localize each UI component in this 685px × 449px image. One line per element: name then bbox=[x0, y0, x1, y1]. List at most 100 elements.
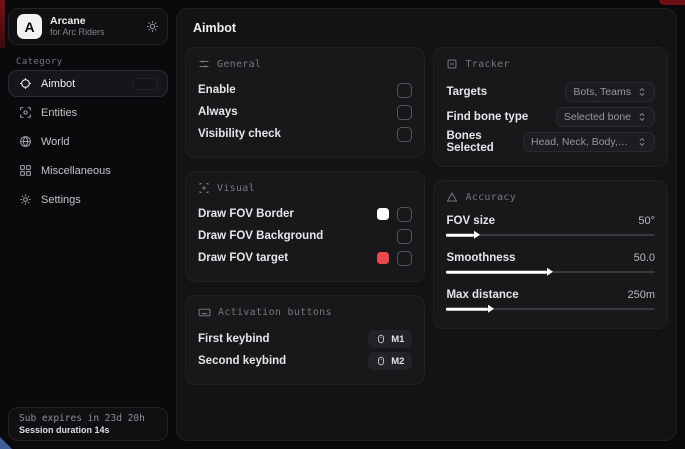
sidebar-item-miscellaneous[interactable]: Miscellaneous bbox=[8, 157, 168, 184]
row-label: Draw FOV Border bbox=[198, 208, 294, 220]
keybind-value: M2 bbox=[391, 356, 404, 367]
app-logo: A bbox=[17, 14, 42, 39]
sidebar-item-label: Entities bbox=[41, 107, 77, 119]
app-settings-icon[interactable] bbox=[146, 20, 159, 33]
subscription-info-card: Sub expires in 23d 20h Session duration … bbox=[8, 407, 168, 441]
find-bone-type-select[interactable]: Selected bone bbox=[556, 107, 655, 127]
row-label: Always bbox=[198, 106, 238, 118]
slider-thumb[interactable] bbox=[547, 268, 553, 276]
sidebar-item-label: Settings bbox=[41, 194, 81, 206]
row-label: Enable bbox=[198, 84, 236, 96]
general-row-enable: Enable bbox=[198, 79, 412, 101]
fov-size-group: FOV size 50° bbox=[446, 212, 655, 240]
bones-selected-select[interactable]: Head, Neck, Body, Pe.. bbox=[523, 132, 655, 152]
fov-size-value: 50° bbox=[638, 215, 655, 227]
visual-header: Visual bbox=[217, 183, 255, 194]
max-distance-group: Max distance 250m bbox=[446, 286, 655, 314]
general-header: General bbox=[217, 59, 261, 70]
sidebar-item-world[interactable]: World bbox=[8, 128, 168, 155]
globe-icon bbox=[19, 135, 32, 148]
activation-header: Activation buttons bbox=[218, 307, 332, 318]
tracker-row-bone-type: Find bone type Selected bone bbox=[446, 104, 655, 129]
page-title: Aimbot bbox=[185, 21, 668, 35]
session-duration-text: Session duration 14s bbox=[19, 425, 157, 435]
aimbot-keybind-placeholder bbox=[133, 78, 157, 90]
activation-row-first: First keybind M1 bbox=[198, 328, 412, 350]
chevron-updown-icon bbox=[637, 87, 647, 97]
fov-border-color-swatch[interactable] bbox=[377, 208, 389, 220]
fov-background-checkbox[interactable] bbox=[397, 229, 412, 244]
sidebar: A Arcane for Arc Riders Category Aimbot … bbox=[0, 0, 175, 449]
mouse-icon bbox=[376, 334, 386, 344]
activation-row-second: Second keybind M2 bbox=[198, 350, 412, 372]
general-card: General Enable Always Visibility check bbox=[185, 47, 425, 158]
always-checkbox[interactable] bbox=[397, 105, 412, 120]
row-label: Find bone type bbox=[446, 111, 528, 123]
frame-icon bbox=[446, 58, 458, 70]
focus-icon bbox=[198, 182, 210, 194]
tracker-card: Tracker Targets Bots, Teams Find bone ty… bbox=[433, 47, 668, 167]
slider-fill bbox=[446, 234, 473, 237]
visual-row-fov-background: Draw FOV Background bbox=[198, 225, 412, 247]
app-header-card: A Arcane for Arc Riders bbox=[8, 8, 168, 45]
visibility-check-checkbox[interactable] bbox=[397, 127, 412, 142]
sidebar-item-entities[interactable]: Entities bbox=[8, 99, 168, 126]
second-keybind-button[interactable]: M2 bbox=[368, 352, 412, 370]
tracker-row-bones-selected: Bones Selected Head, Neck, Body, Pe.. bbox=[446, 129, 655, 154]
fov-target-checkbox[interactable] bbox=[397, 251, 412, 266]
max-distance-value: 250m bbox=[627, 289, 655, 301]
sidebar-item-label: Miscellaneous bbox=[41, 165, 111, 177]
fov-size-slider[interactable] bbox=[446, 230, 655, 240]
general-row-visibility-check: Visibility check bbox=[198, 123, 412, 145]
tracker-row-targets: Targets Bots, Teams bbox=[446, 79, 655, 104]
first-keybind-button[interactable]: M1 bbox=[368, 330, 412, 348]
max-distance-slider[interactable] bbox=[446, 304, 655, 314]
sidebar-item-settings[interactable]: Settings bbox=[8, 186, 168, 213]
row-label: First keybind bbox=[198, 333, 270, 345]
accuracy-header: Accuracy bbox=[465, 192, 516, 203]
row-label: Bones Selected bbox=[446, 130, 523, 154]
sidebar-item-aimbot[interactable]: Aimbot bbox=[8, 70, 168, 97]
entities-icon bbox=[19, 106, 32, 119]
fov-border-checkbox[interactable] bbox=[397, 207, 412, 222]
targets-select[interactable]: Bots, Teams bbox=[565, 82, 655, 102]
slider-thumb[interactable] bbox=[474, 231, 480, 239]
row-label: Draw FOV target bbox=[198, 252, 288, 264]
slider-fill bbox=[446, 271, 546, 274]
row-label: Smoothness bbox=[446, 252, 515, 264]
fov-target-color-swatch[interactable] bbox=[377, 252, 389, 264]
slider-thumb[interactable] bbox=[488, 305, 494, 313]
app-name: Arcane bbox=[50, 15, 138, 27]
select-value: Selected bone bbox=[564, 111, 631, 123]
select-value: Bots, Teams bbox=[573, 86, 631, 98]
smoothness-value: 50.0 bbox=[634, 252, 655, 264]
background-artifact-top-right bbox=[659, 0, 685, 5]
sidebar-item-label: Aimbot bbox=[41, 78, 75, 90]
background-artifact-left bbox=[0, 0, 5, 48]
visual-row-fov-target: Draw FOV target bbox=[198, 247, 412, 269]
grid-icon bbox=[19, 164, 32, 177]
sidebar-item-label: World bbox=[41, 136, 70, 148]
enable-checkbox[interactable] bbox=[397, 83, 412, 98]
app-meta: Arcane for Arc Riders bbox=[50, 15, 138, 37]
row-label: Max distance bbox=[446, 289, 518, 301]
accuracy-card: Accuracy FOV size 50° bbox=[433, 180, 668, 329]
keybind-value: M1 bbox=[391, 334, 404, 345]
keyboard-icon bbox=[198, 306, 211, 319]
select-value: Head, Neck, Body, Pe.. bbox=[531, 136, 631, 148]
category-label: Category bbox=[16, 57, 63, 67]
smoothness-slider[interactable] bbox=[446, 267, 655, 277]
sliders-icon bbox=[198, 58, 210, 70]
row-label: Second keybind bbox=[198, 355, 286, 367]
chevron-updown-icon bbox=[637, 137, 647, 147]
cursor-artifact bbox=[0, 437, 12, 449]
visual-row-fov-border: Draw FOV Border bbox=[198, 203, 412, 225]
tracker-header: Tracker bbox=[465, 59, 509, 70]
visual-card: Visual Draw FOV Border Draw FOV Backgrou… bbox=[185, 171, 425, 282]
row-label: Targets bbox=[446, 86, 487, 98]
triangle-icon bbox=[446, 191, 458, 203]
app-subtitle: for Arc Riders bbox=[50, 27, 138, 37]
sidebar-nav: Aimbot Entities World Miscellaneous S bbox=[8, 70, 168, 215]
row-label: Visibility check bbox=[198, 128, 281, 140]
mouse-icon bbox=[376, 356, 386, 366]
